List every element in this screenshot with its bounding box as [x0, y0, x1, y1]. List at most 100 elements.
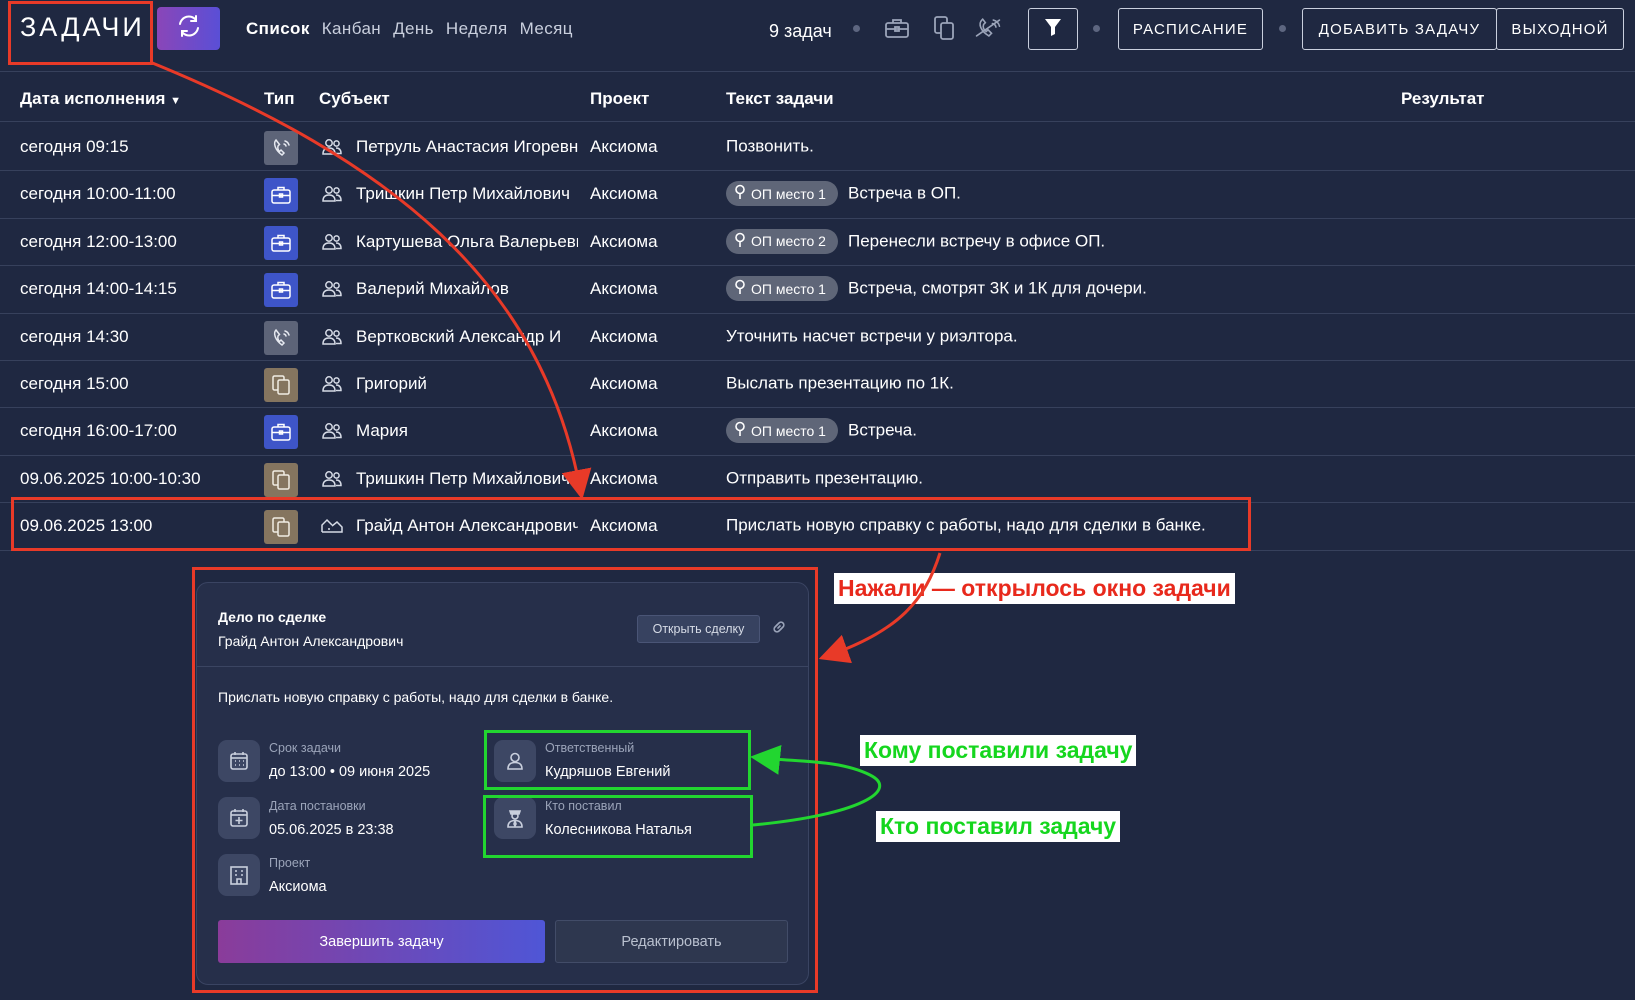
column-header-subject: Субъект: [319, 89, 390, 108]
location-badge: ОП место 1: [726, 181, 838, 207]
documents-icon: [264, 462, 298, 497]
view-tab-kanban[interactable]: Канбан: [322, 19, 381, 39]
task-count: 9 задач: [769, 21, 832, 41]
project-cell: Аксиома: [590, 421, 658, 441]
due-date-cell: 09.06.2025 10:00-10:30: [20, 468, 201, 488]
column-header-project: Проект: [590, 89, 650, 108]
phone-icon: [264, 320, 298, 355]
contacts-icon: [320, 184, 344, 204]
subject-cell[interactable]: Тришкин Петр Михайлович: [356, 184, 578, 204]
map-pin-icon: [734, 421, 746, 440]
briefcase-filter-icon[interactable]: [882, 14, 912, 42]
contacts-icon: [320, 374, 344, 394]
table-row[interactable]: сегодня 10:00-11:00 Тришкин Петр Михайлов…: [0, 171, 1635, 219]
annotation-box-title: [8, 1, 153, 65]
table-row[interactable]: сегодня 09:15 Петруль Анастасия Игоревна А…: [0, 124, 1635, 172]
table-row[interactable]: сегодня 15:00 Григорий Аксиома Выслать през…: [0, 361, 1635, 409]
subject-cell[interactable]: Петруль Анастасия Игоревна: [356, 137, 578, 157]
day-off-button[interactable]: ВЫХОДНОЙ: [1496, 8, 1624, 50]
table-row[interactable]: сегодня 14:30 Вертковский Александр И Акси…: [0, 314, 1635, 361]
column-header-type: Тип: [264, 89, 295, 108]
due-date-cell: сегодня 15:00: [20, 374, 129, 393]
separator-dot: [1279, 25, 1286, 32]
briefcase-icon: [264, 415, 298, 450]
due-date-cell: сегодня 09:15: [20, 137, 129, 156]
view-tab-month[interactable]: Месяц: [520, 19, 573, 39]
funnel-icon: [1043, 17, 1063, 42]
project-cell: Аксиома: [590, 279, 658, 299]
column-header-result: Результат: [1401, 89, 1485, 108]
location-badge: ОП место 1: [726, 418, 838, 444]
phone-icon: [264, 131, 298, 165]
column-header-due[interactable]: Дата исполнения ▼: [20, 89, 181, 109]
task-text-cell: Позвонить.: [726, 136, 814, 156]
map-pin-icon: [734, 279, 746, 298]
due-date-cell: сегодня 16:00-17:00: [20, 421, 177, 441]
phone-filter-icon[interactable]: [973, 14, 1003, 42]
top-bar: ЗАДАЧИ Список Канбан День Неделя Месяц 9…: [0, 0, 1635, 72]
map-pin-icon: [734, 232, 746, 251]
separator-dot: [1093, 25, 1100, 32]
task-text-cell: ОП место 2 Перенесли встречу в офисе ОП.: [726, 228, 1105, 254]
table-row[interactable]: сегодня 12:00-13:00 Картушева Ольга Валер…: [0, 219, 1635, 267]
table-row[interactable]: сегодня 14:00-14:15 Валерий Михайлов Аксио…: [0, 266, 1635, 314]
project-cell: Аксиома: [590, 184, 658, 204]
subject-cell[interactable]: Григорий: [356, 374, 578, 394]
refresh-button[interactable]: [157, 7, 220, 50]
add-task-button[interactable]: ДОБАВИТЬ ЗАДАЧУ: [1302, 8, 1497, 50]
contacts-icon: [320, 421, 344, 441]
briefcase-icon: [264, 225, 298, 260]
subject-cell[interactable]: Вертковский Александр И: [356, 327, 578, 347]
annotation-label-opened: Нажали — открылось окно задачи: [834, 573, 1235, 604]
annotation-label-assignee: Кому поставили задачу: [860, 735, 1137, 766]
subject-cell[interactable]: Мария: [356, 421, 578, 441]
location-badge: ОП место 2: [726, 228, 838, 254]
project-cell: Аксиома: [590, 137, 658, 156]
project-cell: Аксиома: [590, 374, 658, 393]
task-text-cell: ОП место 1 Встреча, смотрят 3К и 1К для д…: [726, 276, 1147, 302]
due-date-cell: сегодня 12:00-13:00: [20, 231, 177, 251]
documents-filter-icon[interactable]: [929, 14, 959, 42]
task-text-cell: Уточнить насчет встречи у риэлтора.: [726, 326, 1018, 346]
documents-icon: [264, 368, 298, 402]
contacts-icon: [320, 279, 344, 299]
task-text-cell: Выслать презентацию по 1К.: [726, 373, 954, 393]
map-pin-icon: [734, 184, 746, 203]
refresh-icon: [176, 14, 202, 43]
filter-button[interactable]: [1028, 8, 1078, 50]
due-date-cell: сегодня 14:00-14:15: [20, 279, 177, 299]
column-header-text: Текст задачи: [726, 89, 834, 108]
briefcase-icon: [264, 273, 298, 308]
subject-cell[interactable]: Валерий Михайлов: [356, 279, 578, 299]
contacts-icon: [320, 232, 344, 252]
project-cell: Аксиома: [590, 231, 658, 251]
arrow-row-to-card: [818, 552, 942, 664]
task-text-cell: ОП место 1 Встреча.: [726, 418, 917, 444]
subject-cell[interactable]: Картушева Ольга Валерьевна: [356, 232, 578, 252]
task-text-cell: Отправить презентацию.: [726, 468, 923, 488]
sort-down-icon: ▼: [170, 95, 181, 107]
table-header: Дата исполнения ▼ Тип Субъект Проект Тек…: [0, 72, 1635, 122]
view-tab-list[interactable]: Список: [246, 19, 310, 39]
due-date-cell: сегодня 14:30: [20, 326, 129, 346]
schedule-button[interactable]: РАСПИСАНИЕ: [1118, 8, 1263, 50]
due-date-cell: сегодня 10:00-11:00: [20, 184, 176, 204]
contacts-icon: [320, 137, 344, 157]
contacts-icon: [320, 469, 344, 489]
annotation-box-author: [483, 795, 753, 858]
project-cell: Аксиома: [590, 326, 658, 346]
separator-dot: [853, 25, 860, 32]
annotation-box-responsible: [484, 730, 751, 790]
annotation-box-selected-row: [11, 497, 1251, 551]
contacts-icon: [320, 327, 344, 347]
subject-cell[interactable]: Тришкин Петр Михайлович: [356, 469, 578, 489]
view-tab-week[interactable]: Неделя: [446, 19, 508, 39]
table-row[interactable]: сегодня 16:00-17:00 Мария Аксиома ОП место …: [0, 408, 1635, 456]
view-switcher: Список Канбан День Неделя Месяц: [246, 19, 573, 39]
briefcase-icon: [264, 178, 298, 213]
project-cell: Аксиома: [590, 468, 658, 488]
annotation-label-author: Кто поставил задачу: [876, 811, 1121, 842]
view-tab-day[interactable]: День: [393, 19, 434, 39]
task-text-cell: ОП место 1 Встреча в ОП.: [726, 181, 961, 207]
location-badge: ОП место 1: [726, 276, 838, 302]
